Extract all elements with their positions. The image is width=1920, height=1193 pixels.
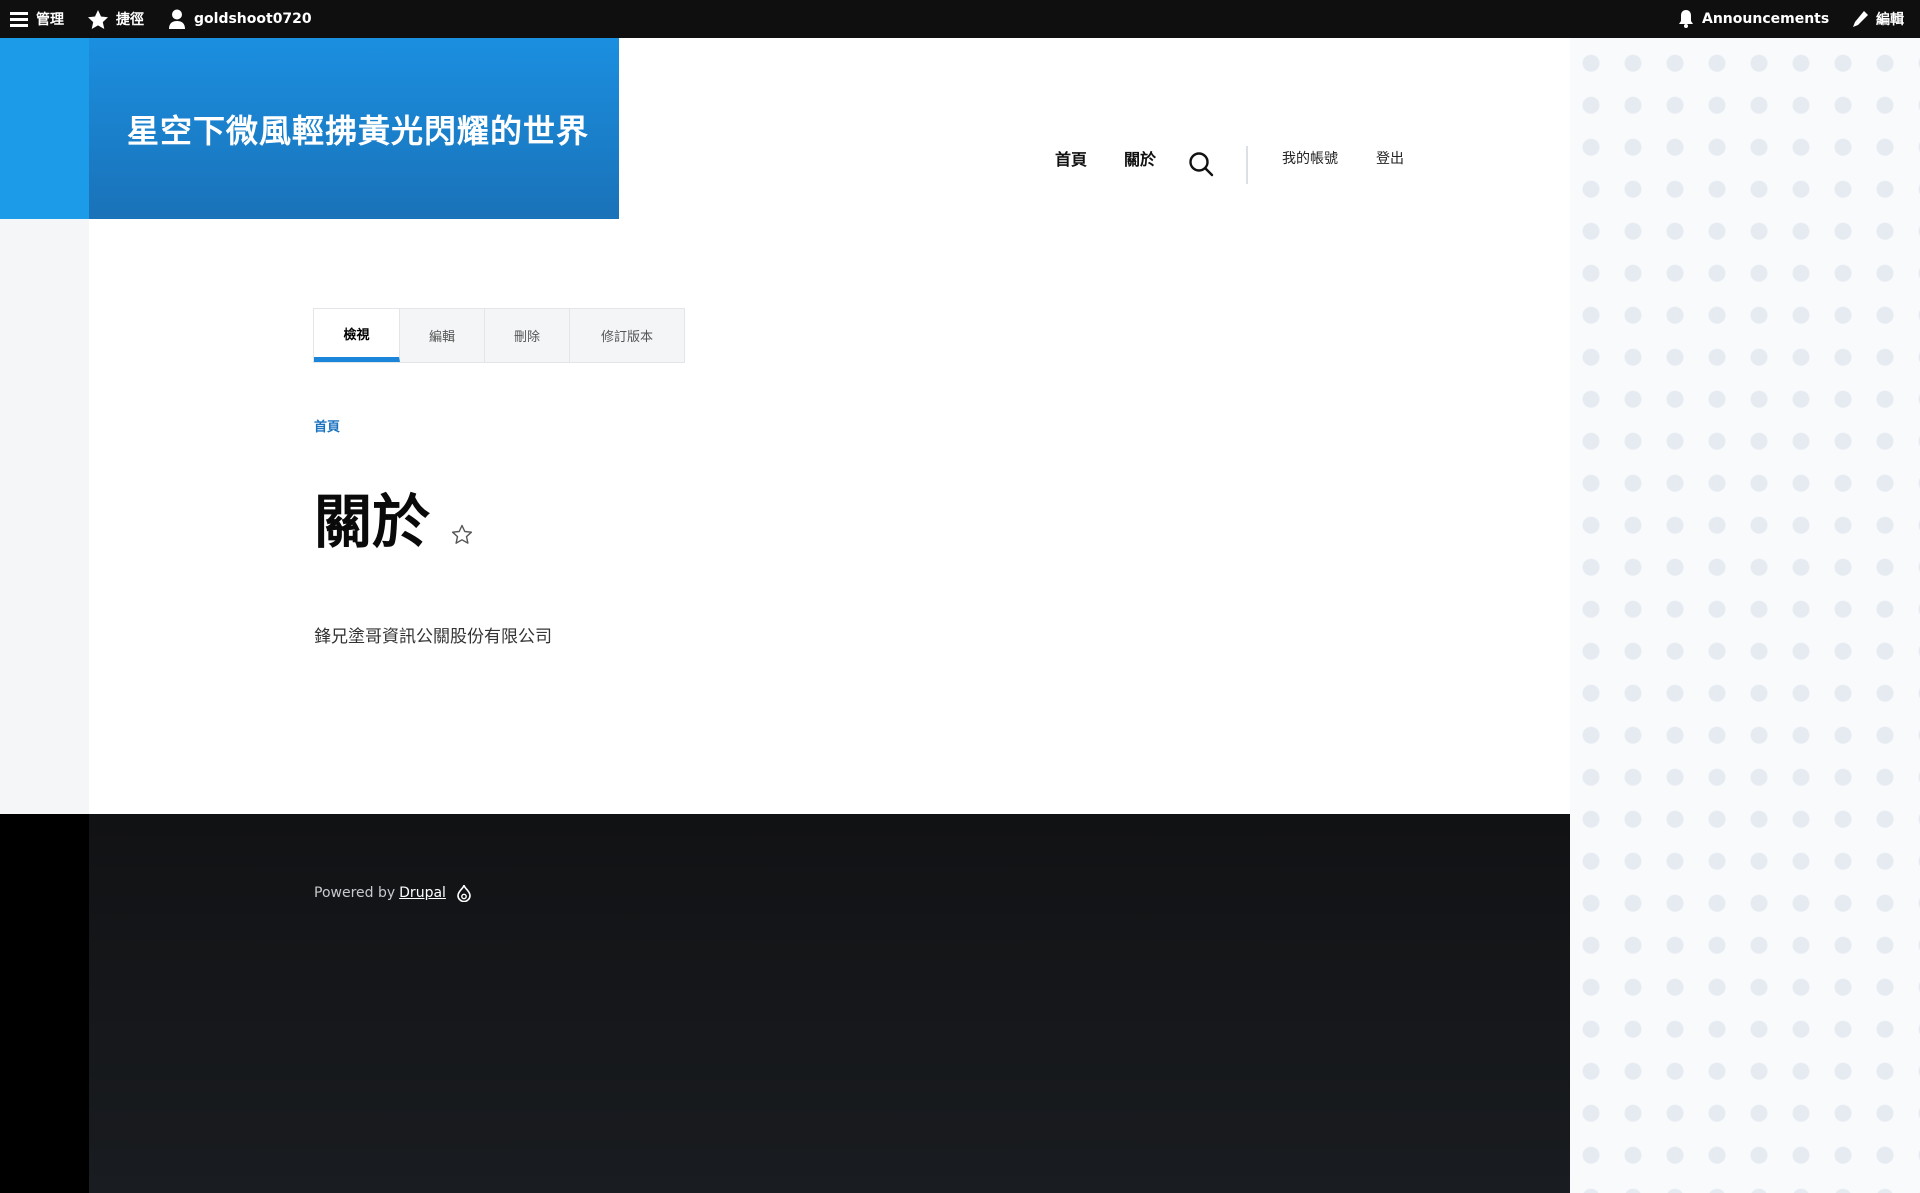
- user-menu-button[interactable]: goldshoot0720: [168, 0, 312, 38]
- powered-by-label: Powered by: [314, 885, 396, 901]
- branding-accent: [0, 38, 89, 219]
- powered-by: Powered by Drupal: [314, 884, 472, 902]
- tab-delete-label: 刪除: [513, 330, 540, 345]
- local-tasks-tabs: 檢視 編輯 刪除 修訂版本: [313, 308, 685, 363]
- announcements-label: Announcements: [1702, 11, 1830, 27]
- shortcuts-label: 捷徑: [116, 12, 144, 28]
- nav-my-account[interactable]: 我的帳號: [1282, 148, 1338, 168]
- manage-menu-button[interactable]: 管理: [10, 0, 64, 38]
- tab-edit-label: 編輯: [428, 330, 455, 345]
- site-name[interactable]: 星空下微風輕拂黃光閃耀的世界: [127, 106, 589, 152]
- page-body-text: 鋒兄塗哥資訊公關股份有限公司: [314, 627, 552, 647]
- tab-delete[interactable]: 刪除: [485, 309, 570, 362]
- tab-revisions-label: 修訂版本: [600, 330, 653, 345]
- nav-logout[interactable]: 登出: [1376, 148, 1404, 168]
- edit-mode-button[interactable]: 編輯: [1852, 0, 1904, 38]
- tab-edit[interactable]: 編輯: [400, 309, 485, 362]
- hamburger-icon: [10, 12, 28, 27]
- announcements-button[interactable]: Announcements: [1678, 0, 1829, 38]
- manage-label: 管理: [36, 12, 64, 28]
- star-icon: [88, 9, 108, 29]
- site-footer: [89, 814, 1570, 1193]
- page-title: 關於: [314, 488, 431, 556]
- droplet-pattern-background: [1570, 38, 1920, 1193]
- shortcuts-button[interactable]: 捷徑: [88, 0, 144, 38]
- drupal-drop-icon: [457, 884, 471, 902]
- tab-revisions[interactable]: 修訂版本: [570, 309, 684, 362]
- pencil-icon: [1853, 11, 1868, 27]
- tab-view-label: 檢視: [343, 327, 370, 343]
- site-branding: 星空下微風輕拂黃光閃耀的世界: [89, 38, 619, 219]
- tab-view[interactable]: 檢視: [314, 309, 400, 362]
- star-outline-icon[interactable]: [451, 524, 473, 545]
- admin-toolbar: 管理 捷徑 goldshoot0720 Announcements 編輯: [0, 0, 1920, 38]
- search-icon[interactable]: [1188, 151, 1214, 177]
- footer-accent: [0, 814, 89, 1193]
- breadcrumb-home[interactable]: 首頁: [314, 416, 340, 435]
- bell-icon: [1679, 10, 1693, 28]
- user-icon: [169, 9, 185, 29]
- nav-divider: [1246, 146, 1248, 184]
- edit-label: 編輯: [1876, 12, 1904, 28]
- nav-home[interactable]: 首頁: [1055, 146, 1087, 170]
- drupal-link[interactable]: Drupal: [399, 885, 446, 901]
- username-label: goldshoot0720: [194, 11, 312, 27]
- nav-about[interactable]: 關於: [1124, 146, 1156, 170]
